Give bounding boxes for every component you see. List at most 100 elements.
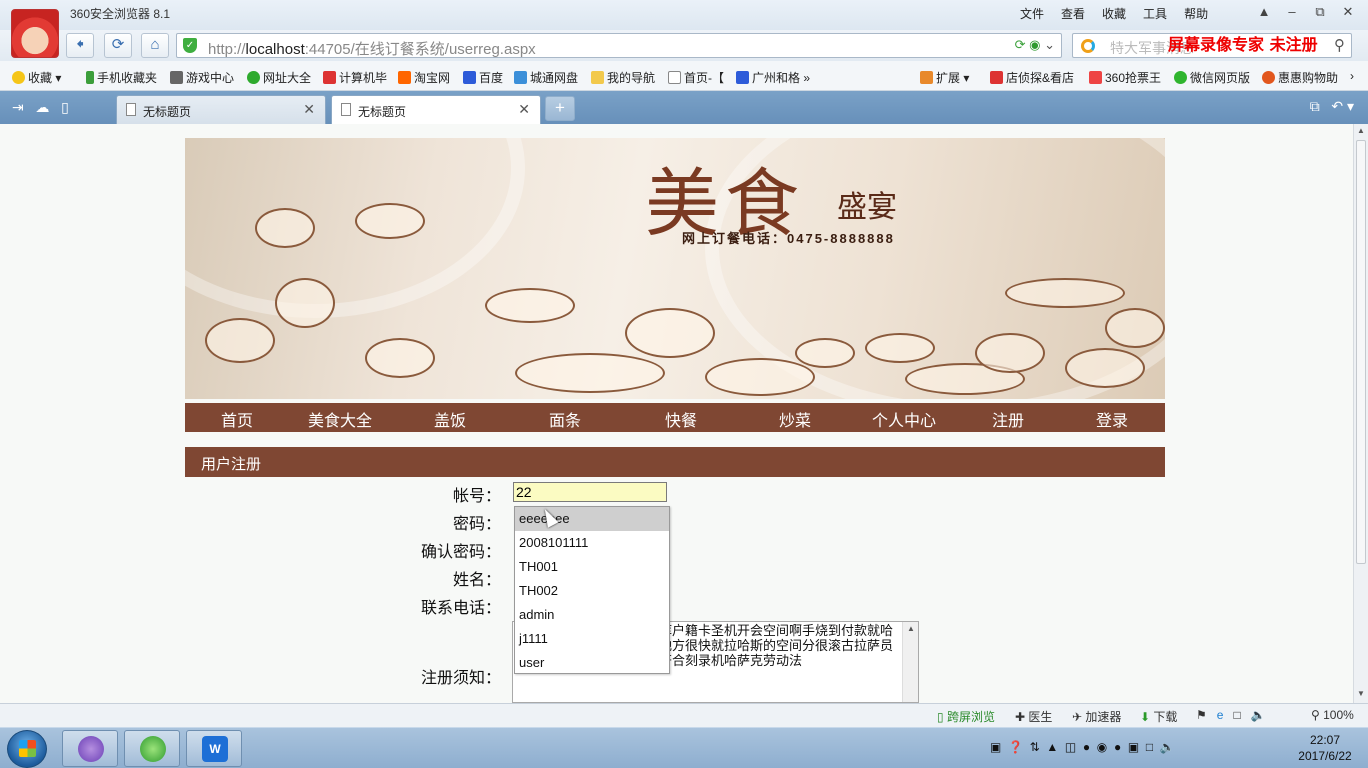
taskbar-wps[interactable]: W — [186, 730, 242, 767]
fav-home[interactable]: 首页-【 — [668, 69, 724, 86]
security-shield-icon: ✓ — [183, 38, 197, 53]
ext-huihui[interactable]: 惠惠购物助 — [1262, 69, 1338, 86]
menu-item-view[interactable]: 查看 — [1061, 5, 1085, 22]
tab-2[interactable]: 无标题页 ✕ — [331, 95, 541, 124]
autocomplete-option[interactable]: admin — [515, 603, 669, 627]
skin-icon[interactable]: ▲ — [1250, 2, 1278, 24]
system-tray[interactable]: ▣ ❓ ⇅ ▲ ◫ ● ◉ ● ▣ □ 🔈 — [990, 740, 1175, 754]
tab-title: 无标题页 — [358, 105, 407, 119]
notice-scrollbar[interactable]: ▲ — [902, 622, 918, 702]
nav-fast-food[interactable]: 快餐 — [665, 407, 697, 431]
autocomplete-option[interactable]: j1111 — [515, 627, 669, 651]
search-engine-icon[interactable] — [1081, 39, 1095, 53]
food-illustration — [1005, 278, 1125, 308]
page-icon — [126, 103, 136, 116]
menu-item-file[interactable]: 文件 — [1020, 5, 1044, 22]
ext-store-spy[interactable]: 店侦探&看店 — [990, 69, 1074, 86]
nav-register[interactable]: 注册 — [992, 407, 1024, 431]
autocomplete-option[interactable]: eeeeeee — [515, 507, 669, 531]
nav-login[interactable]: 登录 — [1096, 407, 1128, 431]
favorites-menu[interactable]: 收藏 ▾ — [12, 69, 61, 86]
ticket-icon — [1089, 71, 1102, 84]
nav-home[interactable]: 首页 — [221, 407, 253, 431]
notice-label: 注册须知： — [420, 670, 501, 687]
nav-stir-fry[interactable]: 炒菜 — [779, 407, 811, 431]
scroll-down-icon[interactable]: ▼ — [1357, 689, 1365, 698]
food-illustration — [705, 358, 815, 396]
page-icon — [668, 71, 681, 84]
menu-bar: 文件 查看 收藏 工具 帮助 — [1020, 5, 1225, 22]
autocomplete-option[interactable]: TH002 — [515, 579, 669, 603]
menu-item-help[interactable]: 帮助 — [1184, 5, 1208, 22]
food-illustration — [515, 353, 665, 393]
ext-wechat[interactable]: 微信网页版 — [1174, 69, 1250, 86]
food-illustration — [485, 288, 575, 323]
autocomplete-option[interactable]: 2008101111 — [515, 531, 669, 555]
title-bar: 360安全浏览器 8.1 文件 查看 收藏 工具 帮助 ▲ – ⧉ ✕ — [0, 0, 1368, 30]
start-button[interactable] — [7, 730, 47, 768]
close-tab-icon[interactable]: ✕ — [518, 101, 530, 118]
cross-screen-button[interactable]: ▯ 跨屏浏览 — [937, 708, 995, 725]
zoom-level[interactable]: ⚲ 100% — [1311, 708, 1354, 722]
fav-sites[interactable]: 网址大全 — [247, 69, 311, 86]
doctor-button[interactable]: ✚ 医生 — [1015, 708, 1052, 725]
extension-icon — [920, 71, 933, 84]
main-nav: 首页 美食大全 盖饭 面条 快餐 炒菜 个人中心 注册 登录 — [185, 403, 1165, 432]
taskbar-visual-studio[interactable] — [62, 730, 118, 767]
menu-item-tools[interactable]: 工具 — [1143, 5, 1167, 22]
page-viewport: 美食 盛宴 网上订餐电话：0475-8888888 首页 美食大全 盖饭 面条 … — [0, 124, 1353, 703]
fav-mynav[interactable]: 我的导航 — [591, 69, 655, 86]
account-input[interactable]: 22 — [513, 482, 667, 502]
ext-ticket[interactable]: 360抢票王 — [1089, 69, 1161, 86]
autocomplete-option[interactable]: TH001 — [515, 555, 669, 579]
search-icon[interactable]: ⚲ — [1334, 36, 1345, 54]
download-button[interactable]: ⬇ 下载 — [1140, 708, 1177, 725]
url-text[interactable]: http://localhost:44705/在线订餐系统/userreg.as… — [208, 38, 536, 59]
nav-rice-dishes[interactable]: 盖饭 — [434, 407, 466, 431]
nav-user-center[interactable]: 个人中心 — [872, 407, 936, 431]
back-button[interactable]: 🠸 — [66, 33, 94, 58]
user-avatar[interactable] — [11, 9, 59, 58]
restore-button[interactable]: ⧉ — [1306, 2, 1334, 24]
fav-taobao[interactable]: 淘宝网 — [398, 69, 450, 86]
favorites-more[interactable]: › — [1350, 69, 1354, 83]
nav-noodles[interactable]: 面条 — [549, 407, 581, 431]
scroll-up-icon[interactable]: ▲ — [1357, 126, 1365, 135]
fav-games[interactable]: 游戏中心 — [170, 69, 234, 86]
status-icons[interactable]: ⚑ e □ 🔈 — [1196, 708, 1266, 722]
search-box[interactable]: 特大军事消息 屏幕录像专家 未注册 ⚲ — [1072, 33, 1352, 58]
minimize-button[interactable]: – — [1278, 2, 1306, 24]
clock-time: 22:07 — [1309, 733, 1341, 747]
clock[interactable]: 22:07 2017/6/22 — [1290, 732, 1360, 764]
scroll-up-icon[interactable]: ▲ — [907, 624, 915, 633]
page-icon — [323, 71, 336, 84]
navigation-bar: 🠸 ⟳ ⌂ ✓ http://localhost:44705/在线订餐系统/us… — [0, 30, 1368, 61]
refresh-button[interactable]: ⟳ — [104, 33, 132, 58]
taskbar-360-browser[interactable] — [124, 730, 180, 767]
tab-tools-icons[interactable]: ⧉ ↶ ▾ — [1310, 98, 1354, 115]
close-tab-icon[interactable]: ✕ — [303, 101, 315, 118]
page-action-icons[interactable]: ⟳ ◉ ⌄ — [1015, 37, 1055, 53]
fav-mobile[interactable]: 手机收藏夹 — [86, 69, 157, 86]
address-bar[interactable]: ✓ http://localhost:44705/在线订餐系统/userreg.… — [176, 33, 1062, 58]
fav-computer[interactable]: 计算机毕 — [323, 69, 387, 86]
banner-phone: 网上订餐电话：0475-8888888 — [682, 231, 895, 246]
autocomplete-option[interactable]: user — [515, 651, 669, 675]
home-button[interactable]: ⌂ — [141, 33, 169, 58]
tab-1[interactable]: 无标题页 ✕ — [116, 95, 326, 124]
fav-baidu[interactable]: 百度 — [463, 69, 503, 86]
extensions-menu[interactable]: 扩展 ▾ — [920, 69, 969, 86]
food-illustration — [205, 318, 275, 363]
nav-all-food[interactable]: 美食大全 — [308, 407, 372, 431]
new-tab-button[interactable]: + — [545, 96, 575, 121]
tab-title: 无标题页 — [143, 105, 192, 119]
close-button[interactable]: ✕ — [1334, 2, 1362, 24]
scrollbar-thumb[interactable] — [1356, 140, 1366, 564]
fav-ctdisk[interactable]: 城通网盘 — [514, 69, 578, 86]
page-scrollbar[interactable]: ▲ ▼ — [1353, 124, 1368, 703]
menu-item-favorites[interactable]: 收藏 — [1102, 5, 1126, 22]
accelerator-button[interactable]: ✈ 加速器 — [1072, 708, 1121, 725]
sidebar-toggle-icons[interactable]: ⇥ ☁ ▯ — [12, 99, 69, 116]
wps-icon: W — [202, 736, 228, 762]
fav-guangzhou[interactable]: 广州和格 » — [736, 69, 810, 86]
